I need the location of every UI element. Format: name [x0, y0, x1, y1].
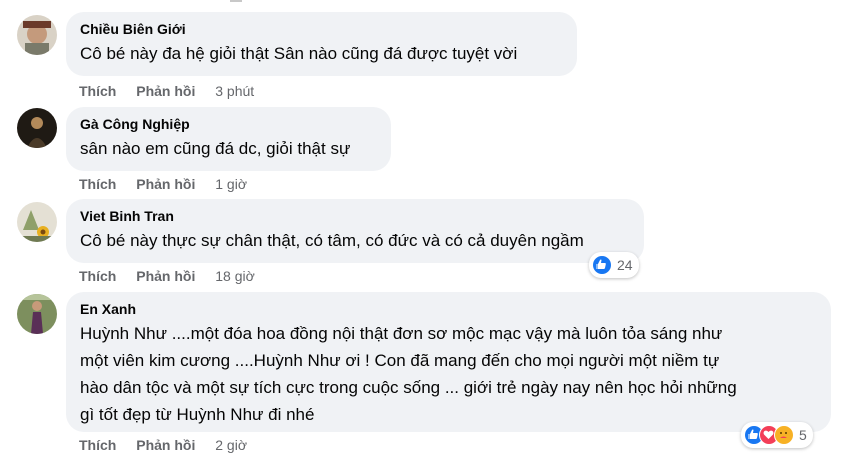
like-icon: [592, 255, 612, 275]
comment-text-line: hào dân tộc và một sự tích cực trong cuộ…: [80, 378, 737, 397]
timestamp[interactable]: 1 giờ: [215, 176, 247, 192]
truncated-top-edge: [230, 0, 242, 2]
avatar[interactable]: [17, 15, 57, 55]
avatar[interactable]: [17, 202, 57, 242]
like-link[interactable]: Thích: [79, 437, 116, 453]
avatar[interactable]: [17, 108, 57, 148]
comment-actions: Thích Phản hồi 2 giờ: [79, 436, 247, 454]
timestamp[interactable]: 18 giờ: [215, 268, 255, 284]
comment-text: Huỳnh Như ....một đóa hoa đồng nội thật …: [80, 320, 819, 428]
comment-text-line: một viên kim cương ....Huỳnh Như ơi ! Co…: [80, 351, 720, 370]
comment-bubble: Chiều Biên Giới Cô bé này đa hệ giỏi thậ…: [66, 12, 577, 76]
comment-bubble: Viet Binh Tran Cô bé này thực sự chân th…: [66, 199, 644, 263]
comment-author[interactable]: Gà Công Nghiệp: [80, 115, 379, 133]
like-link[interactable]: Thích: [79, 268, 116, 284]
care-icon: [774, 425, 794, 445]
timestamp[interactable]: 3 phút: [215, 83, 254, 99]
reaction-summary[interactable]: 5: [741, 422, 813, 448]
reaction-count: 5: [799, 427, 807, 443]
comment-text: sân nào em cũng đá dc, giỏi thật sự: [80, 139, 351, 158]
comment-bubble: En Xanh Huỳnh Như ....một đóa hoa đồng n…: [66, 292, 831, 432]
reaction-count: 24: [617, 257, 633, 273]
reply-link[interactable]: Phản hồi: [136, 176, 195, 192]
comment-actions: Thích Phản hồi 18 giờ: [79, 267, 255, 285]
comment-author[interactable]: En Xanh: [80, 300, 819, 318]
comment-text-line: gì tốt đẹp từ Huỳnh Như đi nhé: [80, 405, 315, 424]
reaction-summary[interactable]: 24: [589, 252, 639, 278]
comment-actions: Thích Phản hồi 1 giờ: [79, 175, 247, 193]
comment-author[interactable]: Viet Binh Tran: [80, 207, 632, 225]
avatar[interactable]: [17, 294, 57, 334]
comment-text-line: Huỳnh Như ....một đóa hoa đồng nội thật …: [80, 324, 723, 343]
comment-author[interactable]: Chiều Biên Giới: [80, 20, 565, 38]
like-link[interactable]: Thích: [79, 176, 116, 192]
comment-text: Cô bé này thực sự chân thật, có tâm, có …: [80, 231, 584, 250]
reply-link[interactable]: Phản hồi: [136, 83, 195, 99]
comment-actions: Thích Phản hồi 3 phút: [79, 82, 254, 100]
like-link[interactable]: Thích: [79, 83, 116, 99]
reply-link[interactable]: Phản hồi: [136, 268, 195, 284]
comment-text: Cô bé này đa hệ giỏi thật Sân nào cũng đ…: [80, 44, 518, 63]
reply-link[interactable]: Phản hồi: [136, 437, 195, 453]
comment-bubble: Gà Công Nghiệp sân nào em cũng đá dc, gi…: [66, 107, 391, 171]
timestamp[interactable]: 2 giờ: [215, 437, 247, 453]
